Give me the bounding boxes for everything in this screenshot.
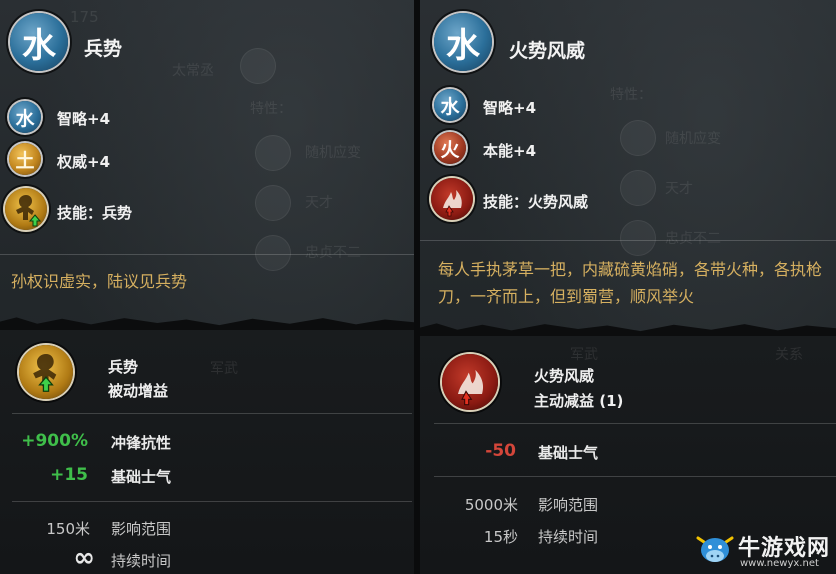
stat-label: 基础士气 xyxy=(111,468,172,486)
stat-value: -50 xyxy=(485,441,516,461)
info-value: 15秒 xyxy=(483,528,518,546)
stat-value: +15 xyxy=(50,465,88,485)
fire-skill-icon xyxy=(443,190,462,217)
skill-icon[interactable] xyxy=(431,178,473,220)
info-label: 影响范围 xyxy=(111,520,172,538)
effect-icon xyxy=(442,354,498,410)
cow-logo-icon xyxy=(696,536,734,562)
ghost-icon xyxy=(255,235,291,271)
divider xyxy=(434,423,836,424)
ghost-text: 军武 xyxy=(210,361,238,377)
effect-type: 被动增益 xyxy=(108,382,169,400)
ghost-icon xyxy=(240,48,276,84)
infinity-icon: ∞ xyxy=(73,543,95,573)
watermark-url: www.newyx.net xyxy=(740,558,819,569)
ghost-text: 太常丞 xyxy=(172,63,214,79)
attribute-label: 本能+4 xyxy=(483,142,537,160)
divider xyxy=(0,254,414,255)
tooltip-panel-left: 175 太常丞 特性： 随机应变 天才 忠贞不二 军武 水 兵势 水 智略+4 … xyxy=(0,0,414,574)
water-element-emblem: 水 xyxy=(434,13,492,71)
water-attribute-icon: 水 xyxy=(434,89,466,121)
water-attribute-icon: 水 xyxy=(9,101,41,133)
ghost-text: 关系 xyxy=(775,347,803,363)
divider xyxy=(12,501,412,502)
ghost-text: 军武 xyxy=(570,347,598,363)
skill-icon[interactable] xyxy=(5,188,47,230)
tooltip-title: 兵势 xyxy=(84,38,123,60)
info-value: 150米 xyxy=(46,520,90,538)
ghost-text: 忠贞不二 xyxy=(665,231,721,247)
attribute-label: 权威+4 xyxy=(57,153,111,171)
fire-attribute-icon: 火 xyxy=(434,132,466,164)
skill-label: 技能：兵势 xyxy=(57,204,133,222)
flavor-quote: 每人手执茅草一把，内藏硫黄焰硝，各带火种，各执枪刀，一齐而上，但到蜀营，顺风举火 xyxy=(438,260,823,306)
stat-value: +900% xyxy=(21,431,88,451)
effect-icon xyxy=(19,345,73,399)
ghost-text: 175 xyxy=(70,8,99,26)
site-watermark: 牛游戏网 www.newyx.net xyxy=(694,524,834,572)
skill-label: 技能：火势风威 xyxy=(483,193,589,211)
divider xyxy=(420,240,836,241)
ghost-text: 特性： xyxy=(250,101,292,117)
fire-skill-icon xyxy=(458,370,484,406)
ghost-icon xyxy=(620,170,656,206)
info-label: 影响范围 xyxy=(538,496,599,514)
ghost-icon xyxy=(255,185,291,221)
divider xyxy=(12,413,412,414)
soldier-skill-icon xyxy=(16,195,42,227)
attribute-label: 智略+4 xyxy=(57,110,111,128)
attribute-label: 智略+4 xyxy=(483,99,537,117)
ghost-text: 随机应变 xyxy=(305,145,361,161)
ghost-text: 天才 xyxy=(665,181,693,197)
info-label: 持续时间 xyxy=(111,552,172,570)
ghost-text: 天才 xyxy=(305,195,333,211)
effect-name: 火势风威 xyxy=(534,367,595,385)
tooltip-panel-right: 特性： 随机应变 天才 忠贞不二 水 火势风威 水 智略+4 火 本能+4 技能… xyxy=(420,0,836,574)
torn-edge xyxy=(420,323,836,336)
effect-type: 主动减益 (1) xyxy=(534,392,624,410)
water-element-emblem: 水 xyxy=(10,13,68,71)
ghost-icon xyxy=(620,120,656,156)
earth-attribute-icon: 土 xyxy=(9,143,41,175)
tooltip-title: 火势风威 xyxy=(509,40,586,62)
divider xyxy=(434,476,836,477)
stat-label: 冲锋抗性 xyxy=(111,434,172,452)
effect-name: 兵势 xyxy=(108,358,139,376)
torn-edge xyxy=(0,317,414,330)
ghost-text: 特性： xyxy=(610,87,652,103)
ghost-icon xyxy=(255,135,291,171)
ghost-text: 忠贞不二 xyxy=(305,245,361,261)
info-label: 持续时间 xyxy=(538,528,599,546)
ghost-text: 随机应变 xyxy=(665,131,721,147)
soldier-skill-icon xyxy=(33,354,57,392)
info-value: 5000米 xyxy=(464,496,518,514)
flavor-quote: 孙权识虚实，陆议见兵势 xyxy=(11,272,188,291)
stat-label: 基础士气 xyxy=(538,444,599,462)
ghost-icon xyxy=(620,220,656,256)
